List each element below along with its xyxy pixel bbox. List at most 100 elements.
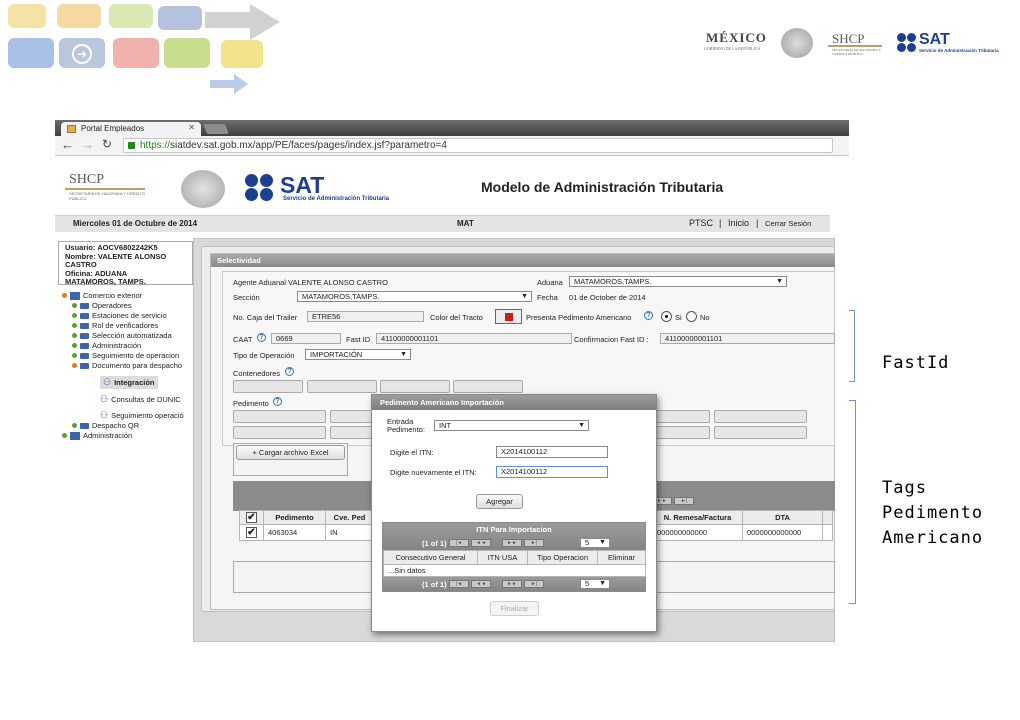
url-bar[interactable]: https://siatdev.sat.gob.mx/app/PE/faces/… [123,138,833,153]
contenedor-field[interactable] [307,380,377,393]
close-tab-icon[interactable]: ✕ [188,123,195,132]
seccion-select[interactable]: MATAMOROS,TAMPS. ▼ [297,291,532,302]
pager-next-button[interactable]: ►► [502,539,522,547]
back-arrow-icon[interactable]: ← [61,137,74,152]
forward-arrow-icon[interactable]: → [81,137,94,152]
tags-annotation-3: Americano [882,528,984,548]
itn-input[interactable]: X2014100112 [496,446,608,458]
aduana-select[interactable]: MATAMOROS,TAMPS. ▼ [569,276,787,287]
tree-item-integracion[interactable]: ⚇ Integración [100,376,158,389]
pager-first-button[interactable]: |◄ [449,580,469,588]
tree-item-administracion-root[interactable]: Administración [62,431,132,440]
caat-input[interactable]: 0669 [271,333,341,344]
radio-si[interactable] [661,311,672,322]
color-swatch [505,313,513,321]
contenedor-field[interactable] [233,380,303,393]
help-icon[interactable]: ? [285,367,294,376]
page-size-select-bottom[interactable]: 5 ▼ [580,579,610,589]
expand-dot-icon [62,433,67,438]
radio-no[interactable] [686,311,697,322]
tree-item-seleccion[interactable]: Selección automatizada [72,331,172,340]
pedimento-field[interactable] [330,410,372,423]
pedimento-field[interactable] [233,426,326,439]
cerrar-sesion-link[interactable]: Cerrar Sesión [765,219,811,228]
col-remesa[interactable]: N. Remesa/Factura [652,510,743,525]
pedimento-field[interactable] [233,410,326,423]
help-icon[interactable]: ? [644,311,653,320]
tree-item-seguimiento[interactable]: Seguimiento de operacion [72,351,179,360]
pager-prev-button[interactable]: ◄◄ [471,539,491,547]
finalizar-button[interactable]: Finalizar [490,601,539,616]
col-pedimento[interactable]: Pedimento [263,510,326,525]
col-itn-usa[interactable]: ITN USA [477,550,528,565]
contenedor-field[interactable] [453,380,523,393]
url-scheme: https:// [140,140,171,151]
new-tab-button[interactable] [203,124,229,134]
col-dta[interactable]: DTA [742,510,823,525]
caja-label: No. Caja del Trailer [233,313,298,322]
ptsc-link[interactable]: PTSC [689,218,713,228]
pager-text-bottom: (1 of 1) [422,580,447,589]
col-tipo-operacion[interactable]: Tipo Operacion [527,550,598,565]
pager-last-button[interactable]: ►| [524,580,544,588]
tree-item-seguimiento-operacion[interactable]: ⚇ Seguimiento operació [100,410,184,421]
pager-prev-button[interactable]: ◄◄ [471,580,491,588]
itn-confirm-label: Digite nuevamente el ITN: [390,468,477,477]
pager-last-button[interactable]: ►| [524,539,544,547]
page-title: Modelo de Administración Tributaria [481,179,724,195]
pedimento-field[interactable] [330,426,372,439]
pedimento-field[interactable] [714,410,807,423]
pager-next-button[interactable]: ►► [502,580,522,588]
shcp-header-logo: SHCP [69,172,105,187]
help-icon[interactable]: ? [273,397,282,406]
color-picker[interactable] [495,309,522,324]
dropdown-arrow-icon: ▼ [400,351,407,358]
select-all-header[interactable]: ✔ [239,510,264,525]
dialog-title: Pedimento Americano Importación [372,395,656,410]
confirm-fastid-input[interactable]: 41100000001101 [660,333,835,344]
pager-last-button[interactable]: ►| [674,497,694,505]
people-icon: ⚇ [103,377,112,387]
tree-item-consultas-dunic[interactable]: ⚇ Consultas de DUNIC [100,394,181,405]
tree-item-despacho-qr[interactable]: Despacho QR [72,421,139,430]
caat-label: CAAT [233,335,253,344]
expand-dot-icon [72,333,77,338]
agregar-button[interactable]: Agregar [476,494,523,509]
tree-item-comercio-exterior[interactable]: Comercio exterior [62,291,142,300]
tree-item-estaciones[interactable]: Estaciones de servicio [72,311,167,320]
dropdown-arrow-icon: ▼ [578,422,585,429]
dropdown-arrow-icon: ▼ [599,539,606,546]
pedimento-label: Pedimento [233,399,269,408]
cargar-excel-button[interactable]: + Cargar archivo Excel [236,445,345,460]
col-consecutivo[interactable]: Consecutivo General [383,550,478,565]
url-text: siatdev.sat.gob.mx/app/PE/faces/pages/in… [170,140,447,151]
contenedor-field[interactable] [380,380,450,393]
entrada-select[interactable]: INT ▼ [434,420,589,431]
col-cve-ped[interactable]: Cve. Ped [325,510,374,525]
arrow-circle-icon: ➜ [72,44,92,64]
tipo-operacion-select[interactable]: IMPORTACIÓN ▼ [305,349,411,360]
tree-item-documento-despacho[interactable]: Documento para despacho [72,361,182,370]
tipo-operacion-label: Tipo de Operación [233,351,295,360]
caja-input[interactable]: ETRE56 [307,311,424,322]
pager-first-button[interactable]: |◄ [449,539,469,547]
help-icon[interactable]: ? [257,333,266,342]
itn-confirm-input[interactable]: X2014100112 [496,466,608,478]
col-eliminar[interactable]: Eliminar [597,550,646,565]
browser-toolbar: ← → ↻ https://siatdev.sat.gob.mx/app/PE/… [55,136,849,156]
itn-panel-title: ITN Para Importacion [476,525,552,534]
page-size-select[interactable]: 5 ▼ [580,538,610,548]
checkbox[interactable]: ✔ [246,512,257,523]
fastid-input[interactable]: 41100000001101 [376,333,572,344]
row-select[interactable]: ✔ [239,524,264,541]
people-icon: ⚇ [100,410,109,420]
pedimento-field[interactable] [714,426,807,439]
browser-tab[interactable]: Portal Empleados ✕ [61,122,201,136]
tree-item-rol-verificadores[interactable]: Rol de verificadores [72,321,158,330]
inicio-link[interactable]: Inicio [728,218,749,228]
tree-item-administracion[interactable]: Administración [72,341,141,350]
tree-item-operadores[interactable]: Operadores [72,301,132,310]
checkbox[interactable]: ✔ [246,527,257,538]
grid-icon [70,431,80,440]
reload-icon[interactable]: ↻ [102,137,112,151]
